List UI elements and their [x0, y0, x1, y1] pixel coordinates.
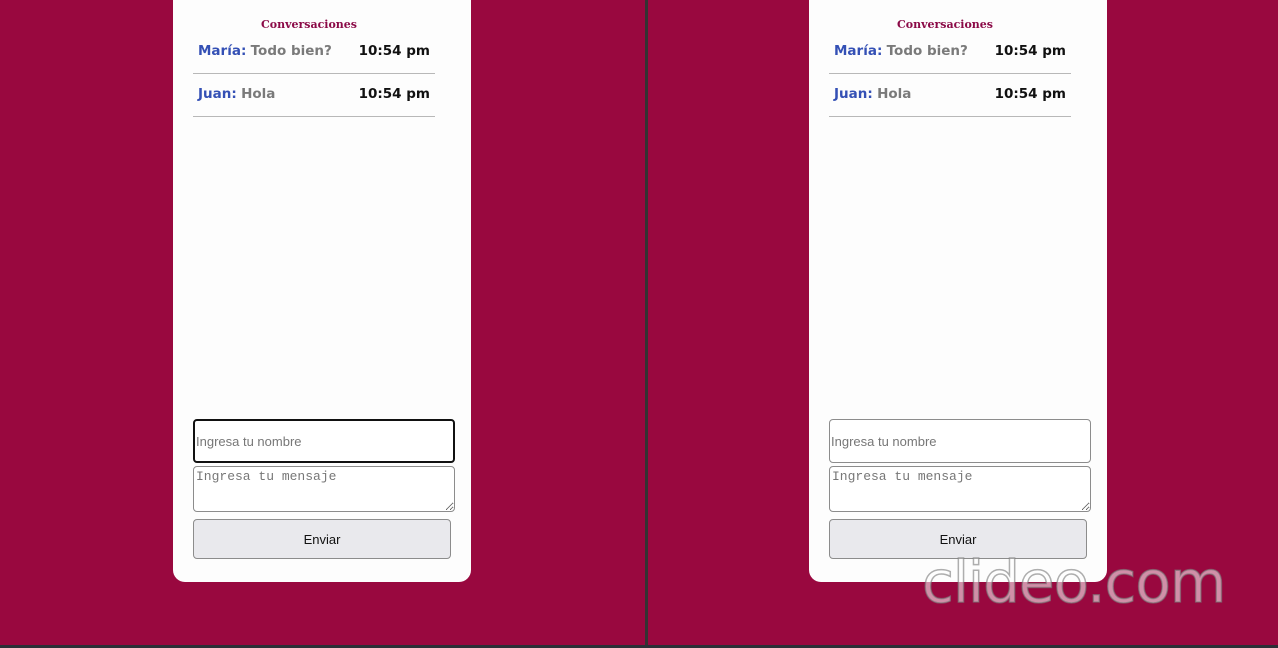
message-textarea[interactable]	[829, 466, 1091, 512]
message-text: Hola	[241, 86, 276, 102]
message-text: Hola	[877, 86, 912, 102]
message-textarea[interactable]	[193, 466, 455, 512]
chat-card: Conversaciones María: Todo bien? 10:54 p…	[173, 0, 471, 582]
message-text: Todo bien?	[886, 43, 968, 59]
name-input[interactable]	[829, 419, 1091, 463]
conversation-item[interactable]: María: Todo bien? 10:54 pm	[829, 31, 1071, 74]
clideo-watermark: clideo.com	[921, 547, 1227, 617]
conversation-item[interactable]: Juan: Hola 10:54 pm	[829, 74, 1071, 117]
message-text: Todo bien?	[250, 43, 332, 59]
chat-card: Conversaciones María: Todo bien? 10:54 p…	[809, 0, 1107, 582]
sender-name: María:	[198, 43, 247, 59]
message-time: 10:54 pm	[994, 43, 1066, 59]
conversation-item[interactable]: María: Todo bien? 10:54 pm	[193, 31, 435, 74]
left-browser-pane: Conversaciones María: Todo bien? 10:54 p…	[0, 0, 645, 645]
sender-name: María:	[834, 43, 883, 59]
conversations-title: Conversaciones	[897, 18, 993, 31]
conversations-title: Conversaciones	[261, 18, 357, 31]
sender-name: Juan:	[834, 86, 873, 102]
send-button[interactable]: Enviar	[193, 519, 451, 559]
message-time: 10:54 pm	[994, 86, 1066, 102]
conversation-list: María: Todo bien? 10:54 pm Juan: Hola 10…	[829, 31, 1071, 117]
message-time: 10:54 pm	[358, 43, 430, 59]
sender-name: Juan:	[198, 86, 237, 102]
conversation-item[interactable]: Juan: Hola 10:54 pm	[193, 74, 435, 117]
message-time: 10:54 pm	[358, 86, 430, 102]
name-input[interactable]	[193, 419, 455, 463]
conversation-list: María: Todo bien? 10:54 pm Juan: Hola 10…	[193, 31, 435, 117]
